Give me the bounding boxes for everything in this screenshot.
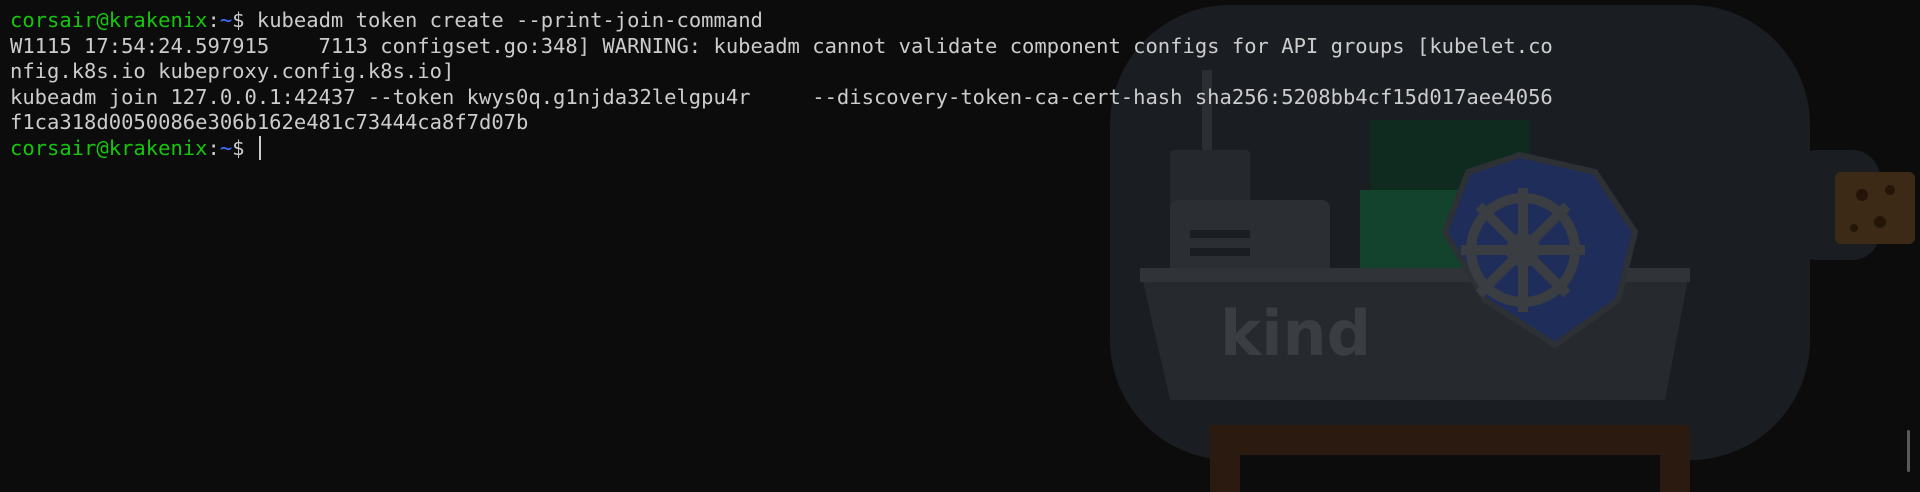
current-prompt-line[interactable]: corsair@krakenix:~$ — [10, 135, 1900, 162]
terminal-output[interactable]: corsair@krakenix:~$ kubeadm token create… — [10, 8, 1900, 162]
cabin-window — [1190, 248, 1250, 256]
prompt-colon: : — [207, 135, 220, 160]
kind-logo-text: kind — [1220, 297, 1371, 370]
cork-hole — [1885, 185, 1895, 195]
cork — [1835, 172, 1915, 244]
terminal-window[interactable]: kind corsair@krakenix:~$ kubeadm token c… — [0, 0, 1920, 492]
join-command-line-wrap: f1ca318d0050086e306b162e481c73444ca8f7d0… — [10, 110, 529, 135]
warning-line: W1115 17:54:24.597915 7113 configset.go:… — [10, 33, 1553, 58]
warning-line-wrap: nfig.k8s.io kubeproxy.config.k8s.io] — [10, 59, 455, 84]
command-line: corsair@krakenix:~$ kubeadm token create… — [10, 8, 1900, 34]
prompt-colon: : — [207, 8, 220, 32]
prompt-user-host: corsair@krakenix — [10, 135, 208, 160]
cork-hole — [1850, 224, 1858, 232]
join-command-line: kubeadm join 127.0.0.1:42437 --token kwy… — [10, 84, 1553, 109]
command-text: kubeadm token create --print-join-comman… — [256, 8, 763, 32]
stand-gap — [1240, 455, 1660, 492]
prompt-dollar: $ — [232, 135, 257, 160]
cork-hole — [1874, 216, 1886, 228]
prompt-path: ~ — [219, 135, 233, 160]
cabin-window — [1190, 230, 1250, 238]
prompt-dollar: $ — [232, 8, 257, 32]
cork-hole — [1856, 189, 1868, 201]
prompt-path: ~ — [219, 8, 233, 32]
text-cursor — [258, 135, 261, 160]
helm-wheel-icon — [1461, 188, 1585, 312]
scrollbar-thumb[interactable] — [1907, 430, 1910, 472]
prompt-user-host: corsair@krakenix — [10, 8, 208, 32]
